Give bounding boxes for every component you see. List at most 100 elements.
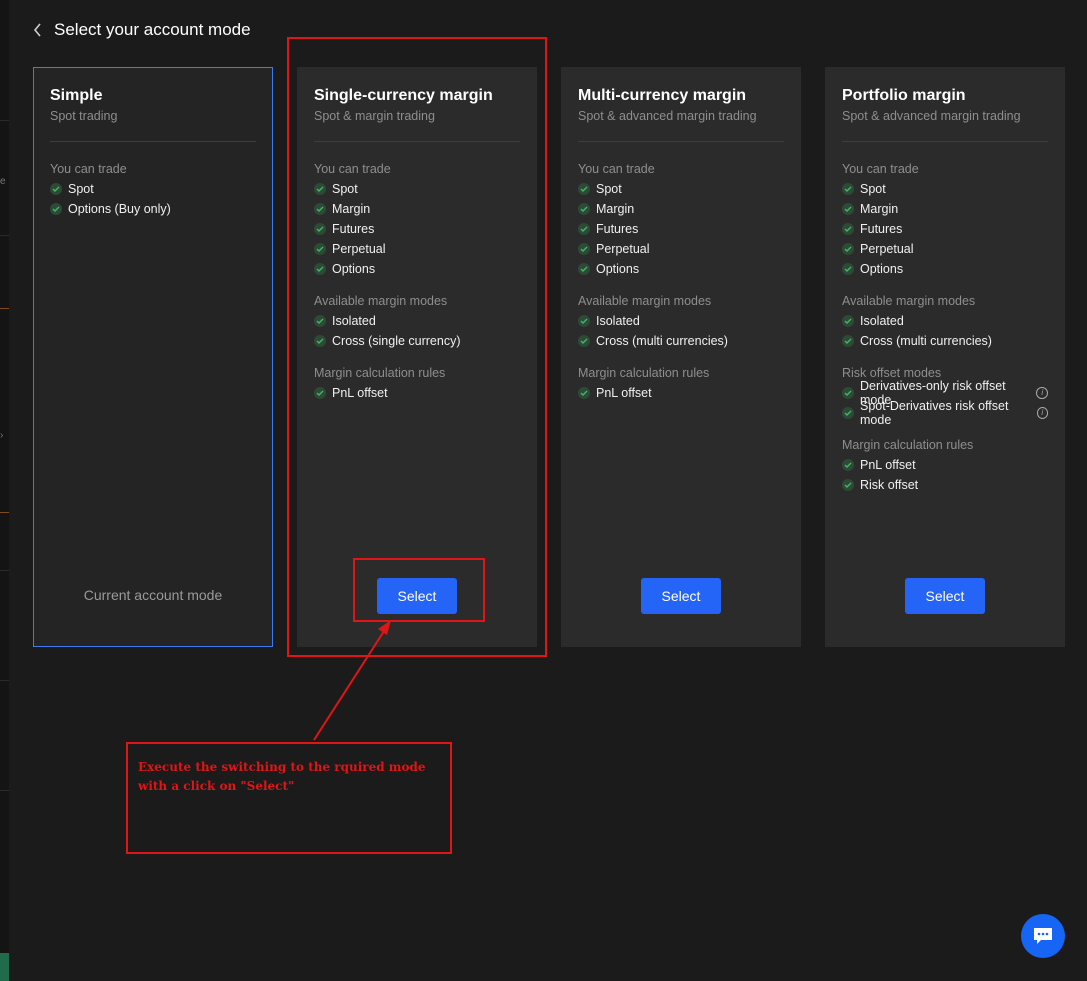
feature-label: Cross (multi currencies) xyxy=(596,334,728,348)
feature-item: PnL offset xyxy=(842,455,1048,475)
check-circle-icon xyxy=(578,335,590,347)
section-risk-offset-modes: Risk offset modes Derivatives-only risk … xyxy=(842,363,1048,427)
check-circle-icon xyxy=(578,387,590,399)
card-subtitle: Spot & advanced margin trading xyxy=(578,109,757,123)
section-label: Margin calculation rules xyxy=(578,366,710,380)
check-circle-icon xyxy=(578,223,590,235)
check-circle-icon xyxy=(842,223,854,235)
card-title: Portfolio margin xyxy=(842,87,966,104)
check-circle-icon xyxy=(50,203,62,215)
check-circle-icon xyxy=(578,243,590,255)
annotation-highlight-button xyxy=(353,558,485,622)
mode-card-multi-currency-margin[interactable]: Multi-currency margin Spot & advanced ma… xyxy=(561,67,801,647)
check-circle-icon xyxy=(578,203,590,215)
feature-item: Options (Buy only) xyxy=(50,199,256,219)
background-app-strip: e › xyxy=(0,0,9,981)
section-you-can-trade: You can trade Spot Margin Futures Perpet… xyxy=(578,159,784,279)
feature-item: Spot xyxy=(842,179,1048,199)
feature-label: Futures xyxy=(860,222,903,236)
feature-label: PnL offset xyxy=(860,458,916,472)
check-circle-icon xyxy=(842,183,854,195)
annotation-note: Execute the switching to the rquired mod… xyxy=(138,758,438,796)
feature-label: Margin xyxy=(860,202,899,216)
card-title: Multi-currency margin xyxy=(578,87,747,104)
partial-arrow-icon: › xyxy=(0,430,4,441)
feature-item: Futures xyxy=(578,219,784,239)
check-circle-icon xyxy=(842,315,854,327)
current-account-mode-label: Current account mode xyxy=(83,587,223,603)
feature-label: Risk offset xyxy=(860,478,919,492)
feature-item: Options xyxy=(842,259,1048,279)
annotation-line: with a click on "Select" xyxy=(138,779,295,793)
feature-label: Cross (multi currencies) xyxy=(860,334,992,348)
feature-item: Spot xyxy=(578,179,784,199)
feature-item: Cross (multi currencies) xyxy=(842,331,1048,351)
chat-support-button[interactable] xyxy=(1021,914,1065,958)
divider xyxy=(578,141,784,142)
section-label: You can trade xyxy=(842,162,919,176)
check-circle-icon xyxy=(842,387,854,399)
divider xyxy=(842,141,1048,142)
chat-bubble-icon xyxy=(1034,928,1052,944)
page-title: Select your account mode xyxy=(54,20,251,39)
feature-label: Spot xyxy=(860,182,886,196)
feature-label: Spot xyxy=(596,182,622,196)
info-icon[interactable]: i xyxy=(1036,407,1048,419)
feature-label: Isolated xyxy=(596,314,640,328)
check-circle-icon xyxy=(842,459,854,471)
feature-label: Spot xyxy=(68,182,94,196)
info-icon[interactable]: i xyxy=(1036,387,1048,399)
card-subtitle: Spot trading xyxy=(50,109,118,123)
feature-label: Spot-Derivatives risk offset mode xyxy=(860,399,1009,427)
section-calculation-rules: Margin calculation rules PnL offset Risk… xyxy=(842,435,1048,495)
feature-item: Margin xyxy=(842,199,1048,219)
feature-item: Margin xyxy=(578,199,784,219)
check-circle-icon xyxy=(578,315,590,327)
card-subtitle: Spot & advanced margin trading xyxy=(842,109,1021,123)
feature-label: Options (Buy only) xyxy=(68,202,171,216)
check-circle-icon xyxy=(578,263,590,275)
feature-label: Options xyxy=(596,262,640,276)
check-circle-icon xyxy=(842,407,854,419)
section-label: Margin calculation rules xyxy=(842,438,974,452)
section-margin-modes: Available margin modes Isolated Cross (m… xyxy=(578,291,784,351)
feature-label: Options xyxy=(860,262,904,276)
feature-item: Isolated xyxy=(842,311,1048,331)
feature-item: Options xyxy=(578,259,784,279)
section-you-can-trade: You can trade Spot Margin Futures Perpet… xyxy=(842,159,1048,279)
card-title: Simple xyxy=(50,87,103,104)
feature-item: Futures xyxy=(842,219,1048,239)
feature-label: Perpetual xyxy=(860,242,914,256)
check-circle-icon xyxy=(578,183,590,195)
mode-card-simple[interactable]: Simple Spot trading You can trade Spot O… xyxy=(33,67,273,647)
check-circle-icon xyxy=(842,203,854,215)
feature-label: Isolated xyxy=(860,314,904,328)
feature-item: Spot xyxy=(50,179,256,199)
feature-item: PnL offset xyxy=(578,383,784,403)
check-circle-icon xyxy=(842,479,854,491)
annotation-line: Execute the switching to the rquired mod… xyxy=(138,760,426,774)
section-label: You can trade xyxy=(50,162,127,176)
section-label: You can trade xyxy=(578,162,655,176)
mode-card-portfolio-margin[interactable]: Portfolio margin Spot & advanced margin … xyxy=(825,67,1065,647)
feature-item: Perpetual xyxy=(578,239,784,259)
chevron-left-icon[interactable] xyxy=(28,20,48,40)
section-label: Available margin modes xyxy=(842,294,976,308)
check-circle-icon xyxy=(842,263,854,275)
section-calculation-rules: Margin calculation rules PnL offset xyxy=(578,363,784,403)
feature-label: Perpetual xyxy=(596,242,650,256)
feature-item: Isolated xyxy=(578,311,784,331)
check-circle-icon xyxy=(50,183,62,195)
partial-glyph: e xyxy=(0,176,6,187)
check-circle-icon xyxy=(842,243,854,255)
feature-label: PnL offset xyxy=(596,386,652,400)
section-label: Available margin modes xyxy=(578,294,712,308)
select-button-portfolio[interactable]: Select xyxy=(905,578,985,614)
feature-item: Spot-Derivatives risk offset mode i xyxy=(842,399,1048,427)
page-header: Select your account mode xyxy=(28,18,251,42)
section-margin-modes: Available margin modes Isolated Cross (m… xyxy=(842,291,1048,351)
feature-item: Perpetual xyxy=(842,239,1048,259)
feature-item: Cross (multi currencies) xyxy=(578,331,784,351)
select-button-multi-currency[interactable]: Select xyxy=(641,578,721,614)
feature-label: Futures xyxy=(596,222,639,236)
